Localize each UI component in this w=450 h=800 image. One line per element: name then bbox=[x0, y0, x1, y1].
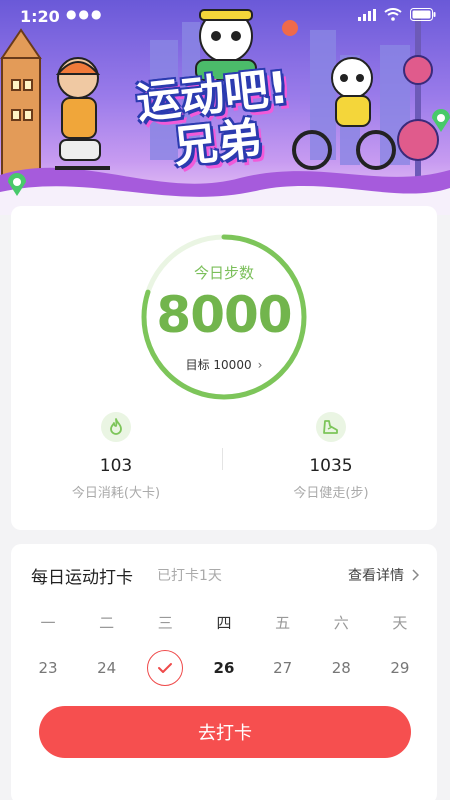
steps-card: 今日步数 8000 目标 10000 › 103 今日消耗(大卡) 1035 今… bbox=[11, 206, 437, 530]
status-bar: 1:20 ●●● bbox=[0, 0, 450, 32]
checkin-title: 每日运动打卡 bbox=[31, 568, 133, 588]
weekday-row: 一 二 三 四 五 六 天 bbox=[19, 612, 429, 633]
status-time: 1:20 bbox=[20, 7, 60, 26]
steps-value: 8000 bbox=[156, 286, 292, 344]
weekday-label: 三 bbox=[157, 614, 173, 632]
steps-label: 今日步数 bbox=[193, 264, 254, 282]
steps-goal-link[interactable]: 目标 10000 › bbox=[139, 356, 309, 373]
battery-icon bbox=[410, 8, 436, 21]
signal-dots: ●●● bbox=[66, 7, 104, 21]
cellular-icon bbox=[358, 8, 376, 21]
steps-goal-label: 目标 10000 bbox=[185, 358, 252, 372]
view-details-link[interactable]: 查看详情 bbox=[348, 565, 419, 585]
date-cell[interactable]: 27 bbox=[254, 650, 312, 686]
weekday-label-today: 四 bbox=[216, 614, 232, 632]
checkin-subtitle: 已打卡1天 bbox=[157, 568, 222, 584]
view-details-label: 查看详情 bbox=[348, 568, 404, 584]
weekday-label: 一 bbox=[40, 614, 56, 632]
date-cell[interactable]: 23 bbox=[19, 650, 77, 686]
date-row: 23 24 26 27 28 29 bbox=[19, 650, 429, 686]
calories-value: 103 bbox=[99, 456, 133, 476]
chevron-right-icon: › bbox=[257, 358, 263, 372]
date-cell[interactable]: 28 bbox=[312, 650, 370, 686]
flame-icon bbox=[101, 412, 131, 442]
status-icons bbox=[358, 8, 436, 21]
screen: 运动吧! 兄弟 1:20 ●●● 今日步数 8000 目标 10000 › 10… bbox=[0, 0, 450, 800]
calories-stat: 103 今日消耗(大卡) bbox=[41, 412, 191, 501]
shoe-icon bbox=[316, 412, 346, 442]
walk-label: 今日健走(步) bbox=[293, 486, 369, 501]
weekday-label: 天 bbox=[392, 614, 408, 632]
weekday-label: 六 bbox=[333, 614, 349, 632]
walk-stat: 1035 今日健走(步) bbox=[256, 412, 406, 501]
wifi-icon bbox=[384, 8, 402, 21]
hero-banner: 运动吧! 兄弟 1:20 ●●● bbox=[0, 0, 450, 215]
checkin-card: 每日运动打卡 已打卡1天 查看详情 一 二 三 四 五 六 天 23 24 26… bbox=[11, 544, 437, 800]
date-cell-today[interactable]: 26 bbox=[195, 650, 253, 686]
date-cell[interactable]: 24 bbox=[78, 650, 136, 686]
calories-label: 今日消耗(大卡) bbox=[71, 486, 161, 501]
date-cell[interactable]: 29 bbox=[371, 650, 429, 686]
chevron-right-icon bbox=[412, 569, 419, 581]
stats-divider bbox=[222, 448, 223, 470]
walk-value: 1035 bbox=[309, 456, 353, 476]
weekday-label: 二 bbox=[99, 614, 115, 632]
weekday-label: 五 bbox=[275, 614, 291, 632]
checkmark-icon bbox=[147, 650, 184, 686]
checkin-button[interactable]: 去打卡 bbox=[39, 706, 411, 758]
date-cell-checked[interactable] bbox=[136, 650, 194, 686]
